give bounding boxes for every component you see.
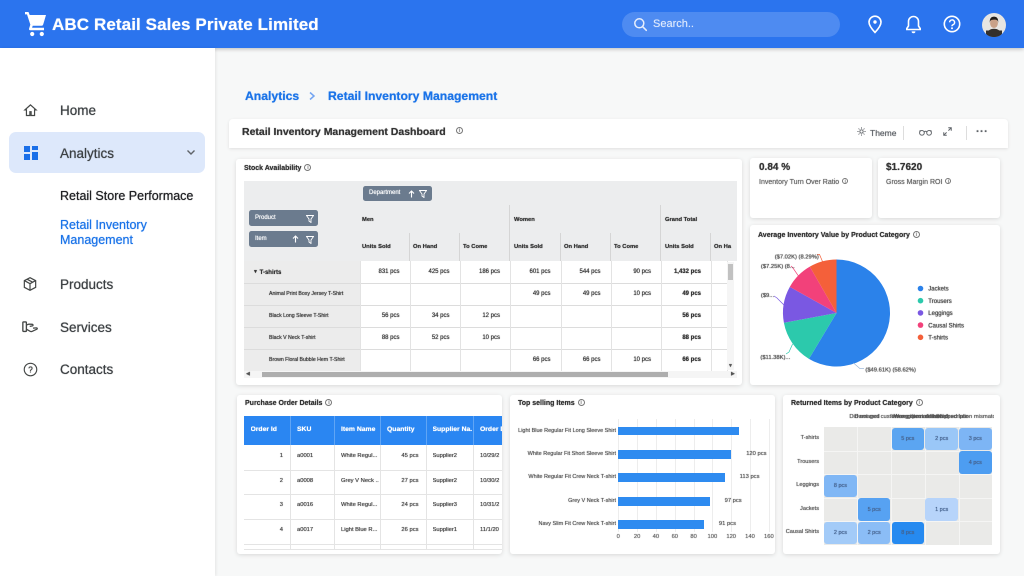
svg-text:T-shirts: T-shirts: [928, 336, 948, 342]
svg-text:($7.02K) (8.29%): ($7.02K) (8.29%): [775, 255, 819, 261]
svg-text:Jackets: Jackets: [928, 287, 948, 293]
svg-text:Causal Shirts: Causal Shirts: [928, 323, 964, 329]
svg-text:Leggings: Leggings: [928, 311, 952, 317]
svg-text:($49.61K) (58.62%): ($49.61K) (58.62%): [865, 368, 916, 374]
svg-text:($9...: ($9...: [761, 293, 775, 299]
svg-text:($11.38K)...: ($11.38K)...: [760, 355, 790, 361]
svg-text:?: ?: [28, 365, 33, 374]
svg-text:Trousers: Trousers: [928, 299, 951, 305]
svg-text:($7.25K) (8...: ($7.25K) (8...: [761, 264, 795, 270]
